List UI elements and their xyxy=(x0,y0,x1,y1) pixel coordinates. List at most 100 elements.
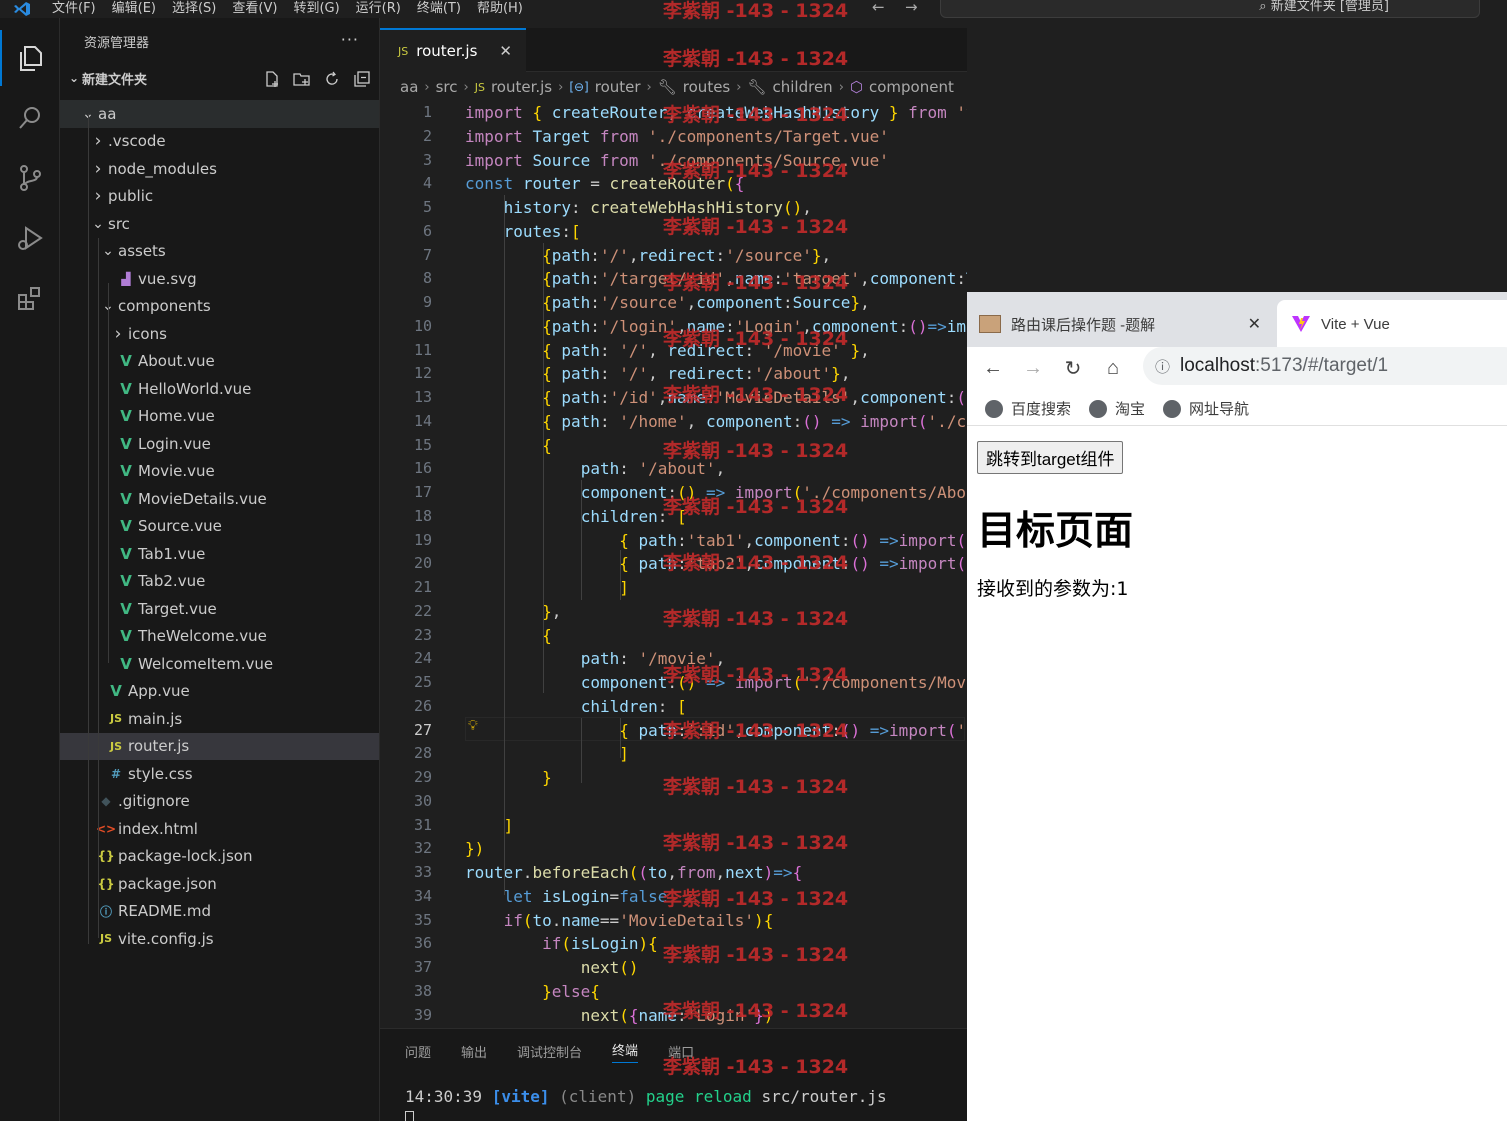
run-debug-icon[interactable] xyxy=(0,210,60,266)
tree-item-aa[interactable]: ⌄aa xyxy=(60,100,379,128)
vue-file-icon: V xyxy=(120,599,132,618)
workspace-folder-header[interactable]: ⌄ 新建文件夹 xyxy=(60,64,379,92)
more-actions-icon[interactable]: ··· xyxy=(341,30,359,49)
collapse-all-icon[interactable] xyxy=(353,70,371,92)
bookmark-baidu[interactable]: 百度搜索 xyxy=(985,398,1071,419)
code-line: { path:'/id',name:'MovieDetails',compone… xyxy=(542,388,967,407)
terminal-output[interactable]: 14:30:39 [vite] (client) page reload src… xyxy=(405,1087,887,1106)
source-control-icon[interactable] xyxy=(0,150,60,206)
tab-router-js[interactable]: JS router.js ✕ xyxy=(380,28,526,72)
vscode-logo-icon xyxy=(0,0,44,18)
menu-file[interactable]: 文件(F) xyxy=(44,1,104,17)
code-editor[interactable]: 💡︎ 1 import { createRouter, createWebHash… xyxy=(380,100,967,1028)
chevron-down-icon: ⌄ xyxy=(68,71,80,85)
reload-icon[interactable]: ↻ xyxy=(1053,356,1093,381)
browser-tab-2[interactable]: Vite + Vue xyxy=(1277,300,1507,348)
tree-item-label: TheWelcome.vue xyxy=(138,627,267,646)
bookmark-navigation[interactable]: 网址导航 xyxy=(1163,398,1249,419)
tree-item-node-modules[interactable]: › node_modules xyxy=(60,155,379,183)
breadcrumb-aa[interactable]: aa xyxy=(400,78,418,96)
jump-to-target-button[interactable]: 跳转到target组件 xyxy=(977,441,1124,474)
line-number: 5 xyxy=(422,198,432,216)
indent-guide xyxy=(581,480,582,600)
back-arrow-icon[interactable]: ← xyxy=(973,357,1013,380)
tree-item-label: components xyxy=(118,297,211,316)
command-center[interactable]: ⌕ 新建文件夹 [管理员] xyxy=(940,0,1480,18)
code-line: history: createWebHashHistory(), xyxy=(503,198,812,217)
menu-view[interactable]: 查看(V) xyxy=(224,1,285,17)
tab-output[interactable]: 输出 xyxy=(461,1042,487,1061)
menu-terminal[interactable]: 终端(T) xyxy=(409,1,469,17)
tree-item-main-js[interactable]: JS main.js xyxy=(60,705,379,733)
menu-selection[interactable]: 选择(S) xyxy=(164,1,224,17)
breadcrumb-component[interactable]: component xyxy=(869,78,954,96)
tab-ports[interactable]: 端口 xyxy=(668,1042,694,1061)
breadcrumb-children[interactable]: children xyxy=(773,78,833,96)
bookmark-label: 淘宝 xyxy=(1115,401,1146,418)
code-line: { path:'tab1',component:() =>import( xyxy=(619,530,967,550)
code-line: component:() => import('./components/Abo xyxy=(580,483,967,502)
tree-item-label: WelcomeItem.vue xyxy=(138,654,274,673)
breadcrumb-src[interactable]: src xyxy=(436,78,458,96)
close-icon[interactable]: ✕ xyxy=(1248,314,1261,334)
indent-guide xyxy=(581,718,582,783)
tree-item-readme-md[interactable]: ⓘ README.md xyxy=(60,898,379,926)
forward-arrow-icon[interactable]: → xyxy=(905,0,918,15)
tree-item-vscode[interactable]: › .vscode xyxy=(60,128,379,156)
tree-item-package-json[interactable]: {} package.json xyxy=(60,870,379,898)
breadcrumb-file[interactable]: router.js xyxy=(491,78,552,96)
back-arrow-icon[interactable]: ← xyxy=(872,0,885,15)
menu-run[interactable]: 运行(R) xyxy=(348,1,409,17)
new-file-icon[interactable] xyxy=(263,70,281,92)
browser-tab-1[interactable]: 路由课后操作题 -题解 ✕ xyxy=(979,300,1269,348)
tree-item-router-js[interactable]: JS router.js xyxy=(60,732,379,760)
address-bar[interactable]: ⓘ localhost:5173/#/target/1 xyxy=(1143,347,1507,385)
tab-problems[interactable]: 问题 xyxy=(405,1042,431,1061)
tree-item-app-vue[interactable]: V App.vue xyxy=(60,678,379,706)
bookmark-taobao[interactable]: 淘宝 xyxy=(1089,398,1145,419)
explorer-icon[interactable] xyxy=(0,30,60,86)
tree-item-label: Tab1.vue xyxy=(138,544,206,563)
code-line: import Source from './components/Source.… xyxy=(465,150,889,170)
tree-item-vite-config-js[interactable]: JS vite.config.js xyxy=(60,925,379,953)
close-icon[interactable]: ✕ xyxy=(499,42,512,60)
breadcrumb-router[interactable]: router xyxy=(595,78,641,96)
tree-item-package-lock-json[interactable]: {} package-lock.json xyxy=(60,843,379,871)
code-line: import { createRouter, createWebHashHist… xyxy=(465,103,967,122)
tab-label: router.js xyxy=(416,42,478,60)
tree-item-index-html[interactable]: <> index.html xyxy=(60,815,379,843)
code-line: { path: '/', redirect: '/movie' }, xyxy=(542,340,870,360)
tree-item-label: App.vue xyxy=(128,682,190,701)
extensions-icon[interactable] xyxy=(0,270,60,326)
indent-guide xyxy=(98,238,99,938)
globe-icon xyxy=(1089,399,1108,418)
tree-item-assets[interactable]: ⌄ assets xyxy=(60,238,379,266)
indent-guide xyxy=(620,550,621,600)
menu-go[interactable]: 转到(G) xyxy=(285,1,347,17)
breadcrumb-routes[interactable]: routes xyxy=(683,78,730,96)
tree-item-label: assets xyxy=(118,242,166,261)
json-file-icon: {} xyxy=(97,849,115,864)
menu-help[interactable]: 帮助(H) xyxy=(469,1,531,17)
chevron-right-icon: › xyxy=(94,186,102,207)
tab-terminal[interactable]: 终端 xyxy=(612,1040,639,1063)
search-icon[interactable] xyxy=(0,90,60,146)
tree-item-gitignore[interactable]: ◆ .gitignore xyxy=(60,788,379,816)
vue-file-icon: V xyxy=(120,627,132,646)
new-folder-icon[interactable] xyxy=(293,70,311,92)
refresh-icon[interactable] xyxy=(323,70,341,92)
line-number: 28 xyxy=(413,744,432,763)
tree-item-src[interactable]: ⌄ src xyxy=(60,210,379,238)
menu-edit[interactable]: 编辑(E) xyxy=(104,1,164,17)
term-file: src/router.js xyxy=(761,1087,887,1106)
home-icon[interactable]: ⌂ xyxy=(1093,357,1133,380)
tree-item-style-css[interactable]: # style.css xyxy=(60,760,379,788)
tree-item-public[interactable]: › public xyxy=(60,183,379,211)
editor-area: JS router.js ✕ aa › src › JS router.js › [⊖]… xyxy=(380,28,967,1028)
info-file-icon: ⓘ xyxy=(99,904,112,919)
tab-debug-console[interactable]: 调试控制台 xyxy=(517,1042,582,1061)
forward-arrow-icon[interactable]: → xyxy=(1013,357,1053,380)
css-file-icon: # xyxy=(110,766,122,781)
line-number: 3 xyxy=(422,150,432,169)
line-number: 17 xyxy=(413,483,432,501)
